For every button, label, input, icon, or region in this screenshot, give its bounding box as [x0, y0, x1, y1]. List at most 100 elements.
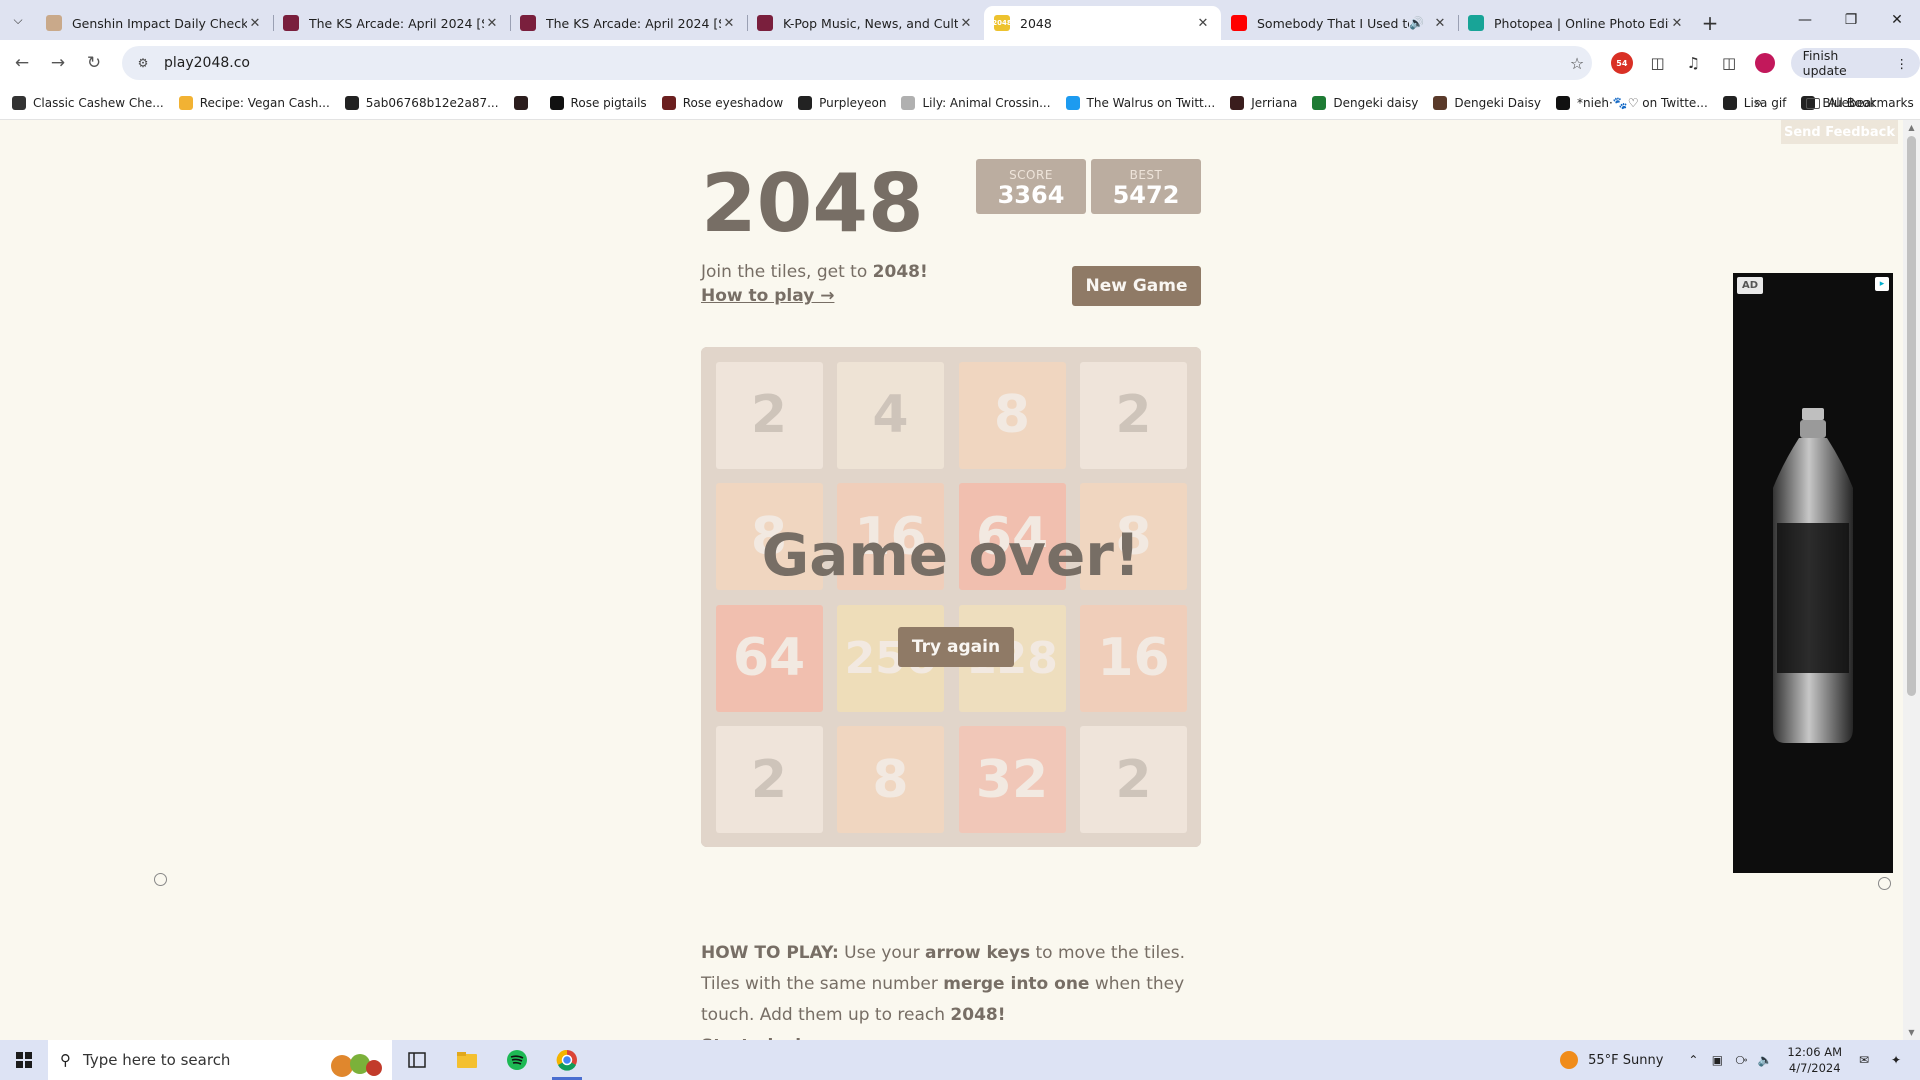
copilot-icon[interactable]: ✦: [1884, 1053, 1908, 1067]
ad-label: AD: [1737, 277, 1764, 294]
bookmark-label: *nieh·🐾♡ on Twitte...: [1577, 95, 1708, 110]
spotify-icon[interactable]: [492, 1040, 542, 1080]
site-info-icon[interactable]: ⚙: [128, 56, 158, 70]
ad-choices-icon[interactable]: ▸: [1875, 277, 1889, 291]
tab-close-icon[interactable]: ✕: [1669, 16, 1685, 31]
browser-tab[interactable]: Genshin Impact Daily Check-In ✕: [36, 6, 273, 40]
url-text[interactable]: play2048.co: [164, 55, 1562, 71]
bookmark-item[interactable]: Classic Cashew Che...: [12, 95, 164, 110]
profile-avatar[interactable]: [1747, 46, 1783, 80]
tab-title: Somebody That I Used to Know: [1257, 15, 1409, 31]
bookmark-item[interactable]: Dengeki daisy: [1312, 95, 1419, 110]
bookmark-item[interactable]: Lily: Animal Crossin...: [901, 95, 1051, 110]
tab-title: Photopea | Online Photo Editor: [1494, 15, 1669, 31]
chrome-icon[interactable]: [542, 1040, 592, 1080]
weather-text[interactable]: 55°F Sunny: [1588, 1053, 1663, 1068]
more-menu-icon: ⋮: [1895, 55, 1909, 71]
browser-tab[interactable]: The KS Arcade: April 2024 [Solo✕: [273, 6, 510, 40]
tab-close-icon[interactable]: ✕: [958, 16, 974, 31]
browser-tab[interactable]: The KS Arcade: April 2024 [Solo✕: [510, 6, 747, 40]
show-hidden-icons-icon[interactable]: ⌃: [1681, 1053, 1705, 1067]
finish-update-button[interactable]: Finish update ⋮: [1790, 48, 1920, 78]
extension-icon[interactable]: 54: [1604, 46, 1640, 80]
bookmark-item[interactable]: Rose eyeshadow: [661, 95, 783, 110]
browser-tab[interactable]: Photopea | Online Photo Editor ✕: [1458, 6, 1695, 40]
new-tab-button[interactable]: +: [1695, 6, 1725, 40]
tab-close-icon[interactable]: ✕: [1195, 16, 1211, 31]
notifications-icon[interactable]: ✉: [1852, 1053, 1876, 1067]
browser-tab[interactable]: 2048 2048 ✕: [984, 6, 1221, 40]
file-explorer-icon[interactable]: [442, 1040, 492, 1080]
all-bookmarks-button[interactable]: All Bookmarks: [1806, 86, 1914, 120]
game-over-overlay: Game over! Try again: [701, 347, 1201, 847]
how-to-play-link[interactable]: How to play →: [701, 286, 834, 306]
scrollbar-thumb[interactable]: [1907, 136, 1916, 696]
scroll-up-icon[interactable]: ▲: [1907, 123, 1916, 132]
bookmark-item[interactable]: The Walrus on Twitt...: [1065, 95, 1215, 110]
bookmark-item[interactable]: *nieh·🐾♡ on Twitte...: [1556, 95, 1708, 110]
bookmark-label: Jerriana: [1251, 95, 1298, 110]
bookmark-favicon-icon: [1722, 95, 1737, 110]
tab-close-icon[interactable]: ✕: [484, 16, 500, 31]
extensions-puzzle-icon[interactable]: ◫: [1640, 46, 1676, 80]
forward-icon[interactable]: →: [40, 45, 76, 81]
scroll-down-icon[interactable]: ▼: [1907, 1028, 1916, 1037]
game-board[interactable]: 2482816648642561281628322 Game over! Try…: [701, 347, 1201, 847]
windows-logo-icon: [16, 1052, 32, 1068]
browser-toolbar: ← → ↻ ⚙ play2048.co ☆ 54 ◫ ♫ ◫ Finish up…: [0, 40, 1920, 86]
weather-sun-icon: [1560, 1051, 1579, 1069]
bookmark-favicon-icon: [1312, 95, 1327, 110]
game-title: 2048: [701, 157, 924, 250]
media-controls-icon[interactable]: ♫: [1675, 46, 1711, 80]
restore-icon[interactable]: ❐: [1828, 0, 1874, 40]
tab-close-icon[interactable]: ✕: [1432, 16, 1448, 31]
new-game-button[interactable]: New Game: [1072, 266, 1201, 306]
close-window-icon[interactable]: ✕: [1874, 0, 1920, 40]
bookmark-item[interactable]: Dengeki Daisy: [1433, 95, 1541, 110]
page-scrollbar[interactable]: ▲ ▼: [1903, 120, 1920, 1040]
address-bar[interactable]: ⚙ play2048.co ☆: [122, 46, 1592, 80]
toolbar-actions: 54 ◫ ♫ ◫ Finish update ⋮: [1604, 46, 1920, 80]
try-again-button[interactable]: Try again: [898, 627, 1014, 667]
minimize-icon[interactable]: —: [1782, 0, 1828, 40]
browser-tab[interactable]: K-Pop Music, News, and Culture✕: [747, 6, 984, 40]
back-icon[interactable]: ←: [4, 45, 40, 81]
meet-now-icon[interactable]: ▣: [1705, 1053, 1729, 1067]
tab-close-icon[interactable]: ✕: [247, 16, 263, 31]
intro-bold: 2048!: [872, 262, 928, 282]
send-feedback-button[interactable]: Send Feedback: [1781, 120, 1898, 144]
network-icon[interactable]: ⧂: [1729, 1053, 1753, 1068]
tab-search-icon[interactable]: ⌵: [0, 0, 36, 40]
task-view-icon[interactable]: [392, 1040, 442, 1080]
advertisement[interactable]: AD ▸: [1733, 273, 1893, 873]
howto-cut-line[interactable]: Start playing →: [701, 1031, 1211, 1040]
page-content: Send Feedback 2048 SCORE 3364 BEST 5472 …: [0, 120, 1920, 1040]
system-tray: 55°F Sunny ⌃ ▣ ⧂ 🔈 12:06 AM 4/7/2024 ✉ ✦: [1560, 1040, 1920, 1080]
bookmark-item[interactable]: [513, 95, 535, 110]
bookmark-item[interactable]: Purpleyeon: [798, 95, 886, 110]
ad-info-icon-right[interactable]: [1878, 877, 1891, 890]
bookmark-item[interactable]: Jerriana: [1230, 95, 1298, 110]
bookmark-star-icon[interactable]: ☆: [1562, 54, 1592, 73]
ad-info-icon[interactable]: [154, 873, 167, 886]
how-to-play-text: HOW TO PLAY: Use your arrow keys to move…: [701, 938, 1211, 1040]
clock-time: 12:06 AM: [1787, 1045, 1842, 1059]
bookmark-item[interactable]: 5ab06768b12e2a87...: [344, 95, 499, 110]
more-bookmarks-icon[interactable]: »: [1754, 86, 1763, 120]
bookmark-item[interactable]: Rose pigtails: [549, 95, 647, 110]
start-button[interactable]: [0, 1040, 48, 1080]
browser-tab[interactable]: Somebody That I Used to Know🔊 ✕: [1221, 6, 1458, 40]
bookmark-item[interactable]: Recipe: Vegan Cash...: [178, 95, 330, 110]
bookmark-favicon-icon: [12, 95, 26, 110]
taskbar-search[interactable]: ⚲ Type here to search: [48, 1040, 392, 1080]
volume-icon[interactable]: 🔈: [1753, 1053, 1777, 1067]
bookmark-favicon-icon: [178, 95, 193, 110]
tab-audio-icon[interactable]: 🔊: [1409, 16, 1424, 30]
search-icon: ⚲: [60, 1051, 71, 1069]
tab-close-icon[interactable]: ✕: [721, 16, 737, 31]
bookmark-label: Dengeki daisy: [1333, 95, 1419, 110]
clock[interactable]: 12:06 AM 4/7/2024: [1787, 1044, 1842, 1076]
howto-t1: Use your: [838, 943, 925, 963]
reload-icon[interactable]: ↻: [76, 45, 112, 81]
side-panel-icon[interactable]: ◫: [1711, 46, 1747, 80]
